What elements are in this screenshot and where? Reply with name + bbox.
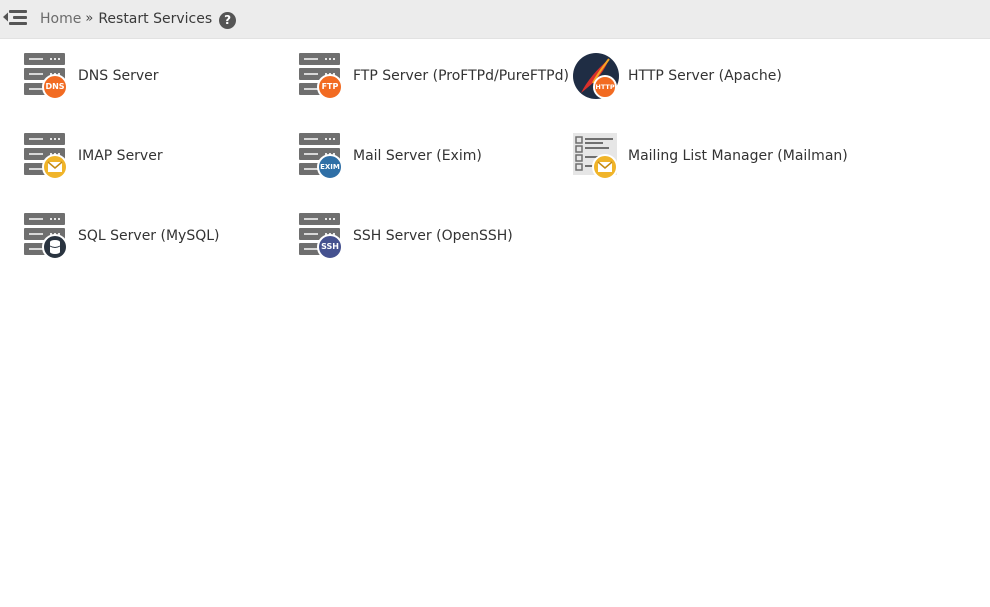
breadcrumb: Home » Restart Services ? — [40, 0, 237, 38]
service-label: Mailing List Manager (Mailman) — [628, 148, 848, 164]
service-label: IMAP Server — [78, 148, 163, 164]
ftp-server-icon: FTP — [298, 53, 343, 100]
service-label: HTTP Server (Apache) — [628, 68, 782, 84]
top-bar: Home » Restart Services ? — [0, 0, 990, 39]
database-icon — [42, 234, 68, 260]
service-ftp-server[interactable]: FTP FTP Server (ProFTPd/PureFTPd) — [298, 53, 569, 100]
breadcrumb-home-link[interactable]: Home — [40, 1, 81, 37]
envelope-icon — [592, 154, 618, 180]
http-badge: HTTP — [595, 83, 615, 91]
breadcrumb-separator: » — [85, 11, 94, 26]
dns-badge: DNS — [42, 74, 68, 100]
service-http-server[interactable]: HTTP HTTP Server (Apache) — [573, 53, 782, 99]
imap-server-icon — [23, 133, 68, 180]
service-label: SSH Server (OpenSSH) — [353, 228, 513, 244]
apache-feather-icon: HTTP — [573, 53, 619, 99]
exim-server-icon: EXIM — [298, 133, 343, 180]
service-mail-server[interactable]: EXIM Mail Server (Exim) — [298, 133, 482, 180]
menu-collapse-icon[interactable] — [3, 8, 29, 28]
service-label: DNS Server — [78, 68, 159, 84]
mysql-server-icon — [23, 213, 68, 260]
service-label: SQL Server (MySQL) — [78, 228, 220, 244]
service-sql-server[interactable]: SQL Server (MySQL) — [23, 213, 220, 260]
envelope-icon — [42, 154, 68, 180]
exim-badge: EXIM — [317, 154, 343, 180]
help-icon[interactable]: ? — [219, 11, 237, 29]
dns-server-icon: DNS — [23, 53, 68, 100]
service-label: FTP Server (ProFTPd/PureFTPd) — [353, 68, 569, 84]
mailing-list-icon — [573, 133, 618, 180]
service-ssh-server[interactable]: SSH SSH Server (OpenSSH) — [298, 213, 513, 260]
ssh-server-icon: SSH — [298, 213, 343, 260]
ftp-badge: FTP — [317, 74, 343, 100]
service-label: Mail Server (Exim) — [353, 148, 482, 164]
service-dns-server[interactable]: DNS DNS Server — [23, 53, 159, 100]
page-title: Restart Services — [98, 11, 213, 27]
service-imap-server[interactable]: IMAP Server — [23, 133, 163, 180]
service-mailing-list-manager[interactable]: Mailing List Manager (Mailman) — [573, 133, 848, 180]
ssh-badge: SSH — [317, 234, 343, 260]
